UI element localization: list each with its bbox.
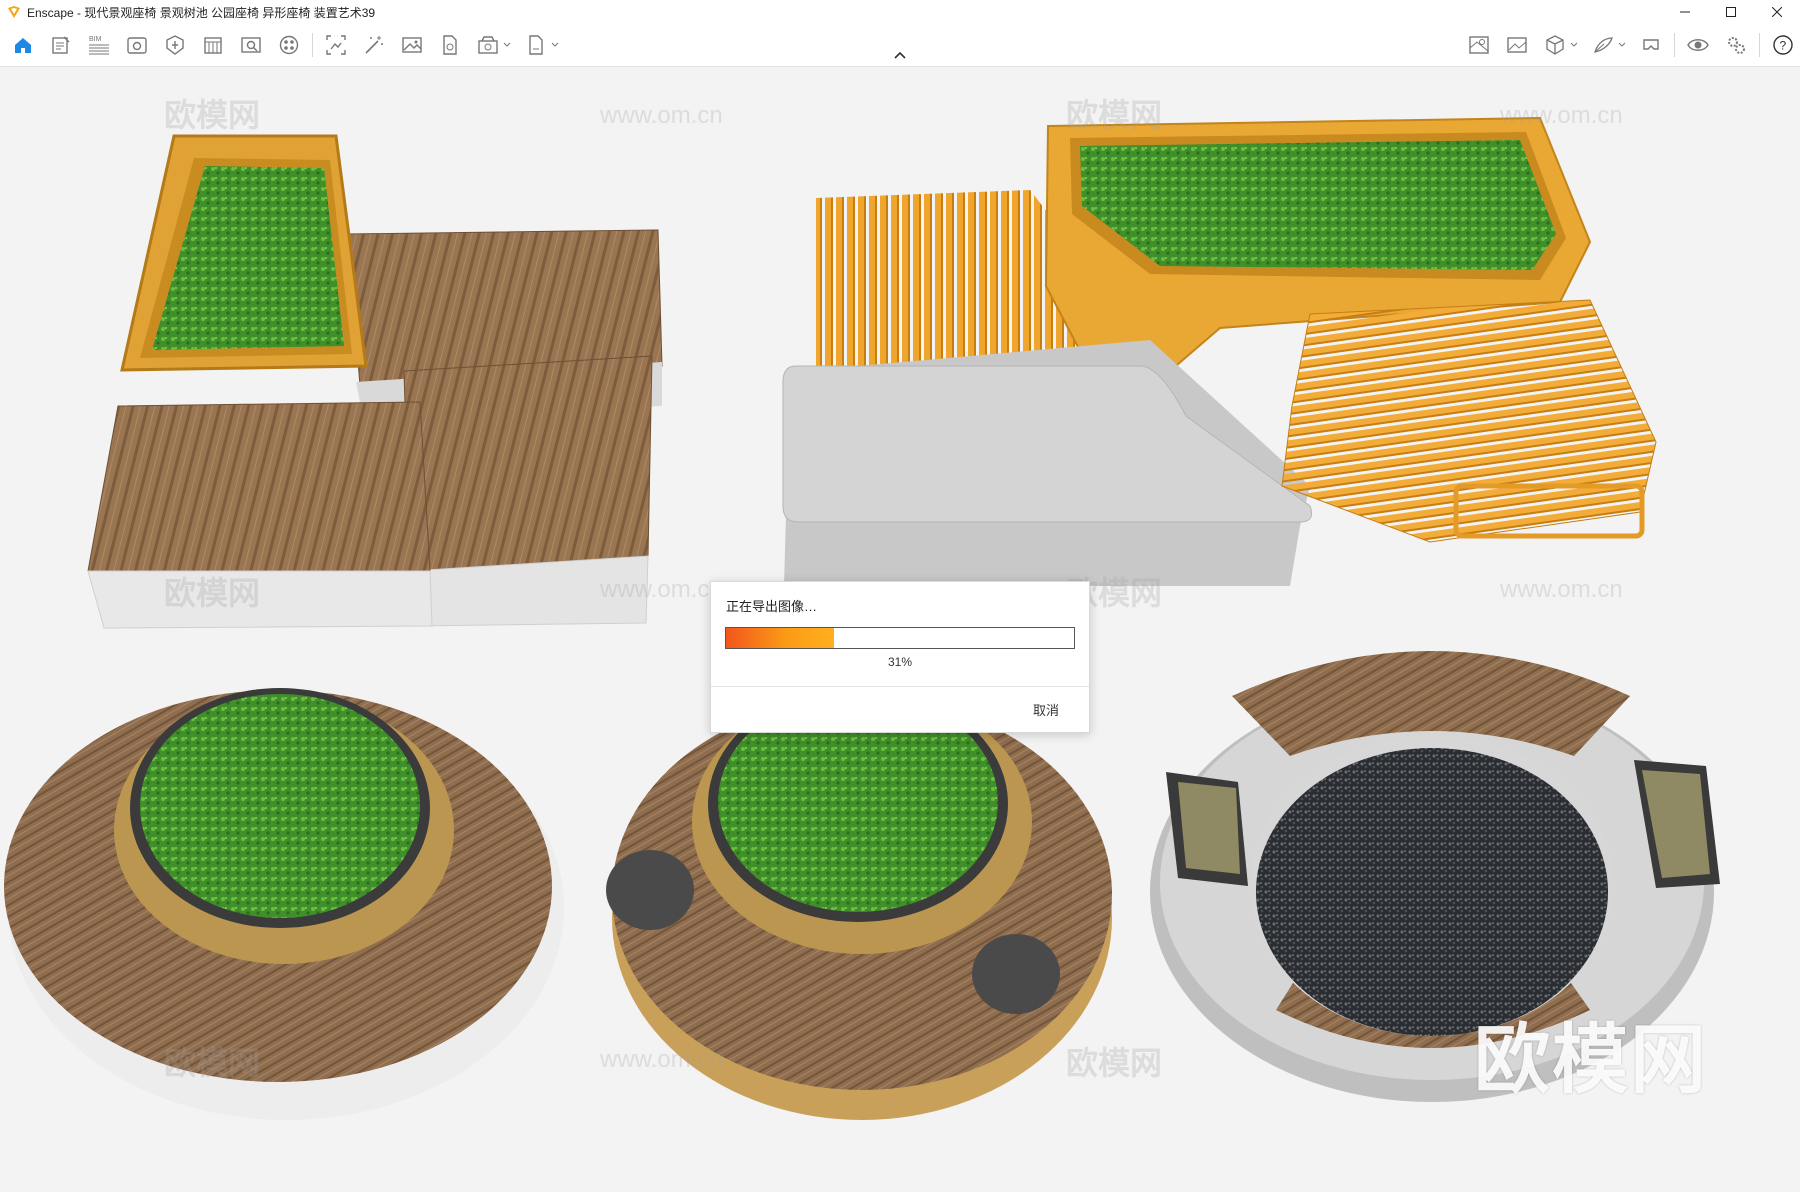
title-bar: Enscape - 现代景观座椅 景观树池 公园座椅 异形座椅 装置艺术39	[0, 0, 1800, 24]
cube-icon	[1546, 35, 1564, 55]
window-title: Enscape - 现代景观座椅 景观树池 公园座椅 异形座椅 装置艺术39	[27, 5, 376, 20]
close-button[interactable]	[1754, 0, 1800, 24]
notes-icon	[52, 36, 70, 54]
watermark-brand: 欧模网	[164, 1045, 261, 1081]
watermark-url: www.om.cn	[600, 1046, 723, 1073]
screenshot-icon	[326, 35, 346, 55]
materials-icon	[279, 35, 299, 55]
views-button[interactable]	[200, 32, 226, 58]
watermark-url: www.om.cn	[600, 102, 723, 129]
visual-settings-button[interactable]	[1685, 32, 1711, 58]
export-icon	[529, 35, 543, 55]
svg-text:?: ?	[1780, 39, 1787, 53]
maximize-icon	[1726, 7, 1736, 17]
toolbar-separator	[1759, 33, 1760, 57]
progress-fill	[726, 628, 834, 648]
sketch-button[interactable]	[1590, 32, 1616, 58]
chevron-down-icon	[1570, 42, 1578, 47]
close-icon	[1772, 7, 1782, 17]
chevron-down-icon	[503, 42, 511, 47]
export-progress-dialog: 正在导出图像… 31% 取消	[710, 581, 1090, 733]
help-button[interactable]: ?	[1770, 32, 1796, 58]
export-dropdown[interactable]	[551, 32, 559, 58]
settings-button[interactable]	[1723, 32, 1749, 58]
screenshot-button[interactable]	[323, 32, 349, 58]
minimize-button[interactable]	[1662, 0, 1708, 24]
bim-button[interactable]: BIM	[86, 32, 112, 58]
settings-icon	[1728, 37, 1745, 54]
preview-button[interactable]	[124, 32, 150, 58]
round-tree-bench-left	[4, 688, 564, 1120]
square-bench-group	[87, 134, 663, 629]
map-icon	[1469, 36, 1489, 54]
preview-icon	[127, 37, 147, 54]
dialog-divider	[711, 686, 1089, 687]
watermark-brand: 欧模网	[1066, 97, 1163, 133]
cancel-button[interactable]: 取消	[1033, 700, 1059, 719]
sync-views-button[interactable]	[238, 32, 264, 58]
svg-text:BIM: BIM	[89, 36, 102, 43]
batch-render-icon	[478, 36, 498, 54]
batch-render-button[interactable]	[475, 32, 501, 58]
geometric-bench-group	[782, 116, 1657, 586]
dialog-title: 正在导出图像…	[726, 599, 818, 614]
chevron-down-icon	[551, 42, 559, 47]
watermark-url: www.om.cn	[600, 576, 723, 603]
progress-percent: 31%	[887, 655, 913, 669]
asset-library-button[interactable]	[162, 32, 188, 58]
enscape-logo-icon	[8, 6, 20, 18]
sync-icon	[241, 37, 261, 53]
enhance-button[interactable]	[361, 32, 387, 58]
chevron-down-icon	[1618, 42, 1626, 47]
render-image-button[interactable]	[399, 32, 425, 58]
help-icon: ?	[1773, 35, 1793, 55]
toolbar-separator	[1674, 33, 1675, 57]
sketch-dropdown[interactable]	[1618, 32, 1626, 58]
bim-icon: BIM	[89, 36, 109, 55]
export-button[interactable]	[523, 32, 549, 58]
collapse-toolbar-chevron-icon[interactable]	[892, 50, 908, 60]
home-button[interactable]	[10, 32, 36, 58]
sketch-icon	[1594, 37, 1613, 53]
notes-button[interactable]	[48, 32, 74, 58]
image-icon	[402, 37, 422, 53]
watermark-url: www.om.cn	[1500, 576, 1623, 603]
minimize-icon	[1680, 11, 1690, 13]
cube-dropdown[interactable]	[1570, 32, 1578, 58]
vr-button[interactable]	[1638, 32, 1664, 58]
maximize-button[interactable]	[1708, 0, 1754, 24]
watermark-brand: 欧模网	[1066, 1045, 1163, 1081]
views-icon	[204, 37, 222, 54]
asset-icon	[166, 35, 184, 55]
toolbar-separator	[312, 33, 313, 57]
export-file-button[interactable]	[437, 32, 463, 58]
batch-render-dropdown[interactable]	[503, 32, 511, 58]
cube-button[interactable]	[1542, 32, 1568, 58]
render-viewport[interactable]: 欧模网 www.om.cn 欧模网 www.om.cn 欧模网 www.om.c…	[0, 66, 1800, 1192]
home-icon	[15, 38, 31, 53]
material-editor-button[interactable]	[276, 32, 302, 58]
progress-bar	[725, 627, 1075, 649]
watermark-brand: 欧模网	[164, 97, 261, 133]
visual-settings-icon	[1687, 39, 1709, 51]
map-button[interactable]	[1466, 32, 1492, 58]
watermark-brand: 欧模网	[164, 575, 261, 611]
magic-icon	[365, 36, 383, 54]
watermark-large: 欧模网	[1474, 1018, 1708, 1103]
toolbar: BIM ?	[0, 24, 1800, 67]
gallery-icon	[1507, 37, 1527, 53]
gallery-button[interactable]	[1504, 32, 1530, 58]
watermark-url: www.om.cn	[1500, 102, 1623, 129]
vr-icon	[1643, 39, 1659, 50]
export-file-icon	[443, 35, 457, 55]
